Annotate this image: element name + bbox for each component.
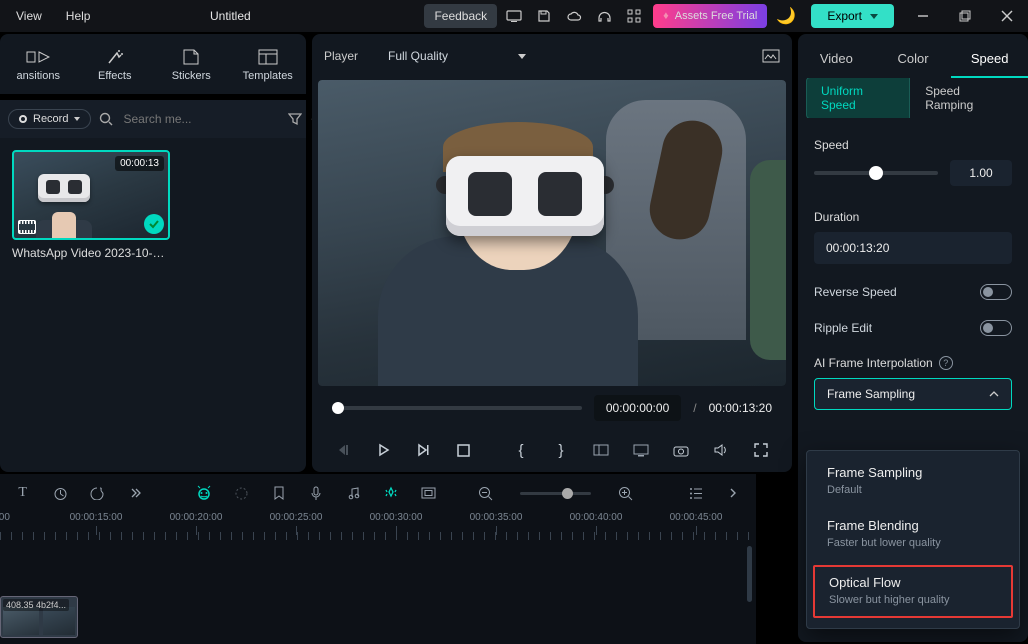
prev-frame-icon[interactable] [332, 439, 354, 461]
timeline-clip[interactable]: 408.35 4b2f4... [0, 596, 78, 638]
crop-tool-icon[interactable] [419, 482, 436, 504]
fullscreen-icon[interactable] [750, 439, 772, 461]
mic-icon[interactable] [307, 482, 324, 504]
assets-trial-button[interactable]: ♦ Assets Free Trial [653, 4, 767, 28]
play-all-icon[interactable] [412, 439, 434, 461]
clip-name: WhatsApp Video 2023-10-05... [12, 246, 170, 260]
tab-color[interactable]: Color [875, 51, 952, 78]
speed-label: Speed [814, 138, 1012, 152]
list-view-icon[interactable] [687, 482, 704, 504]
stop-icon[interactable] [452, 439, 474, 461]
left-tabs: ansitions Effects Stickers Templates [0, 34, 306, 94]
tab-effects[interactable]: Effects [82, 47, 148, 82]
chevron-up-icon [989, 391, 999, 397]
ai-interpolation-select[interactable]: Frame Sampling [814, 378, 1012, 410]
apps-icon[interactable] [619, 0, 649, 32]
search-bar: Record ⋯ [0, 100, 306, 138]
duration-label: Duration [814, 210, 1012, 224]
inspector-tabs: Video Color Speed [798, 34, 1028, 78]
zoom-slider[interactable] [520, 492, 591, 495]
profile-icon[interactable]: 🌙 [771, 0, 801, 32]
added-check-icon [144, 214, 164, 234]
headphones-icon[interactable] [589, 0, 619, 32]
ripple-edit-toggle[interactable] [980, 320, 1012, 336]
timeline-ruler[interactable]: :10:0000:00:15:0000:00:20:0000:00:25:000… [0, 512, 756, 540]
player-header: Player Full Quality [312, 34, 792, 78]
tab-stickers[interactable]: Stickers [158, 47, 224, 82]
gem-icon: ♦ [663, 10, 669, 22]
ai-interpolation-dropdown: Frame Sampling Default Frame Blending Fa… [806, 450, 1020, 629]
snapshot-icon[interactable] [762, 49, 780, 63]
chevron-down-icon [74, 117, 80, 121]
record-icon [19, 115, 27, 123]
text-tool-icon[interactable]: T [14, 482, 31, 504]
media-library: 00:00:13 WhatsApp Video 2023-10-05... [0, 138, 306, 472]
zoom-in-icon[interactable] [617, 482, 634, 504]
timer-icon[interactable] [51, 482, 68, 504]
help-icon[interactable]: ? [939, 356, 953, 370]
duration-input[interactable]: 00:00:13:20 [814, 232, 1012, 264]
tab-video[interactable]: Video [798, 51, 875, 78]
feedback-button[interactable]: Feedback [424, 4, 497, 28]
clip-duration-badge: 00:00:13 [115, 156, 164, 171]
tab-templates[interactable]: Templates [235, 47, 301, 82]
current-time: 00:00:00:00 [594, 395, 681, 421]
minimize-button[interactable] [902, 0, 944, 32]
video-icon [18, 220, 36, 234]
tab-transitions[interactable]: ansitions [5, 47, 71, 82]
cloud-icon[interactable] [559, 0, 589, 32]
timeline: T :10:0000:00:15:0000:00:20:0000:00:25:0… [0, 474, 756, 644]
subtab-speed-ramping[interactable]: Speed Ramping [910, 78, 1020, 118]
device-icon[interactable] [499, 0, 529, 32]
option-optical-flow[interactable]: Optical Flow Slower but higher quality [813, 565, 1013, 618]
save-icon[interactable] [529, 0, 559, 32]
titlebar: View Help Untitled Feedback ♦ Assets Fre… [0, 0, 1028, 32]
seek-bar[interactable] [332, 406, 582, 410]
record-button[interactable]: Record [8, 109, 91, 129]
effects-tool-icon[interactable] [382, 482, 399, 504]
search-icon [99, 112, 113, 126]
ai-tool-icon[interactable] [195, 482, 213, 504]
option-frame-sampling[interactable]: Frame Sampling Default [807, 455, 1019, 508]
reverse-speed-label: Reverse Speed [814, 285, 897, 299]
music-icon[interactable] [345, 482, 362, 504]
settings-dots-icon[interactable] [233, 482, 250, 504]
volume-icon[interactable] [710, 439, 732, 461]
ai-frame-interpolation-label: AI Frame Interpolation [814, 356, 933, 370]
marker-icon[interactable] [270, 482, 287, 504]
mark-in-icon[interactable]: { [510, 439, 532, 461]
media-clip[interactable]: 00:00:13 WhatsApp Video 2023-10-05... [12, 150, 170, 260]
ratio-icon[interactable] [590, 439, 612, 461]
filter-icon[interactable] [288, 112, 302, 126]
play-icon[interactable] [372, 439, 394, 461]
ripple-edit-label: Ripple Edit [814, 321, 872, 335]
speed-value[interactable]: 1.00 [950, 160, 1012, 186]
player-controls: { } [312, 428, 792, 472]
document-title: Untitled [210, 9, 251, 23]
option-frame-blending[interactable]: Frame Blending Faster but lower quality [807, 508, 1019, 561]
zoom-out-icon[interactable] [477, 482, 494, 504]
more-tools-icon[interactable] [126, 482, 143, 504]
player-label: Player [324, 49, 358, 63]
menu-help[interactable]: Help [54, 5, 103, 27]
palette-icon[interactable] [89, 482, 106, 504]
speed-slider[interactable] [814, 171, 938, 175]
tab-speed[interactable]: Speed [951, 51, 1028, 78]
search-input[interactable] [121, 111, 280, 127]
subtab-uniform-speed[interactable]: Uniform Speed [806, 78, 910, 118]
export-button[interactable]: Export [811, 4, 894, 28]
quality-select[interactable]: Full Quality [388, 49, 526, 63]
close-button[interactable] [986, 0, 1028, 32]
video-preview[interactable] [318, 80, 786, 386]
display-icon[interactable] [630, 439, 652, 461]
chevron-down-icon [518, 54, 526, 59]
menu-view[interactable]: View [4, 5, 54, 27]
settings-caret-icon[interactable] [725, 482, 742, 504]
total-duration: 00:00:13:20 [709, 401, 772, 415]
reverse-speed-toggle[interactable] [980, 284, 1012, 300]
maximize-button[interactable] [944, 0, 986, 32]
mark-out-icon[interactable]: } [550, 439, 572, 461]
camera-icon[interactable] [670, 439, 692, 461]
timeline-toolbar: T [0, 474, 756, 512]
